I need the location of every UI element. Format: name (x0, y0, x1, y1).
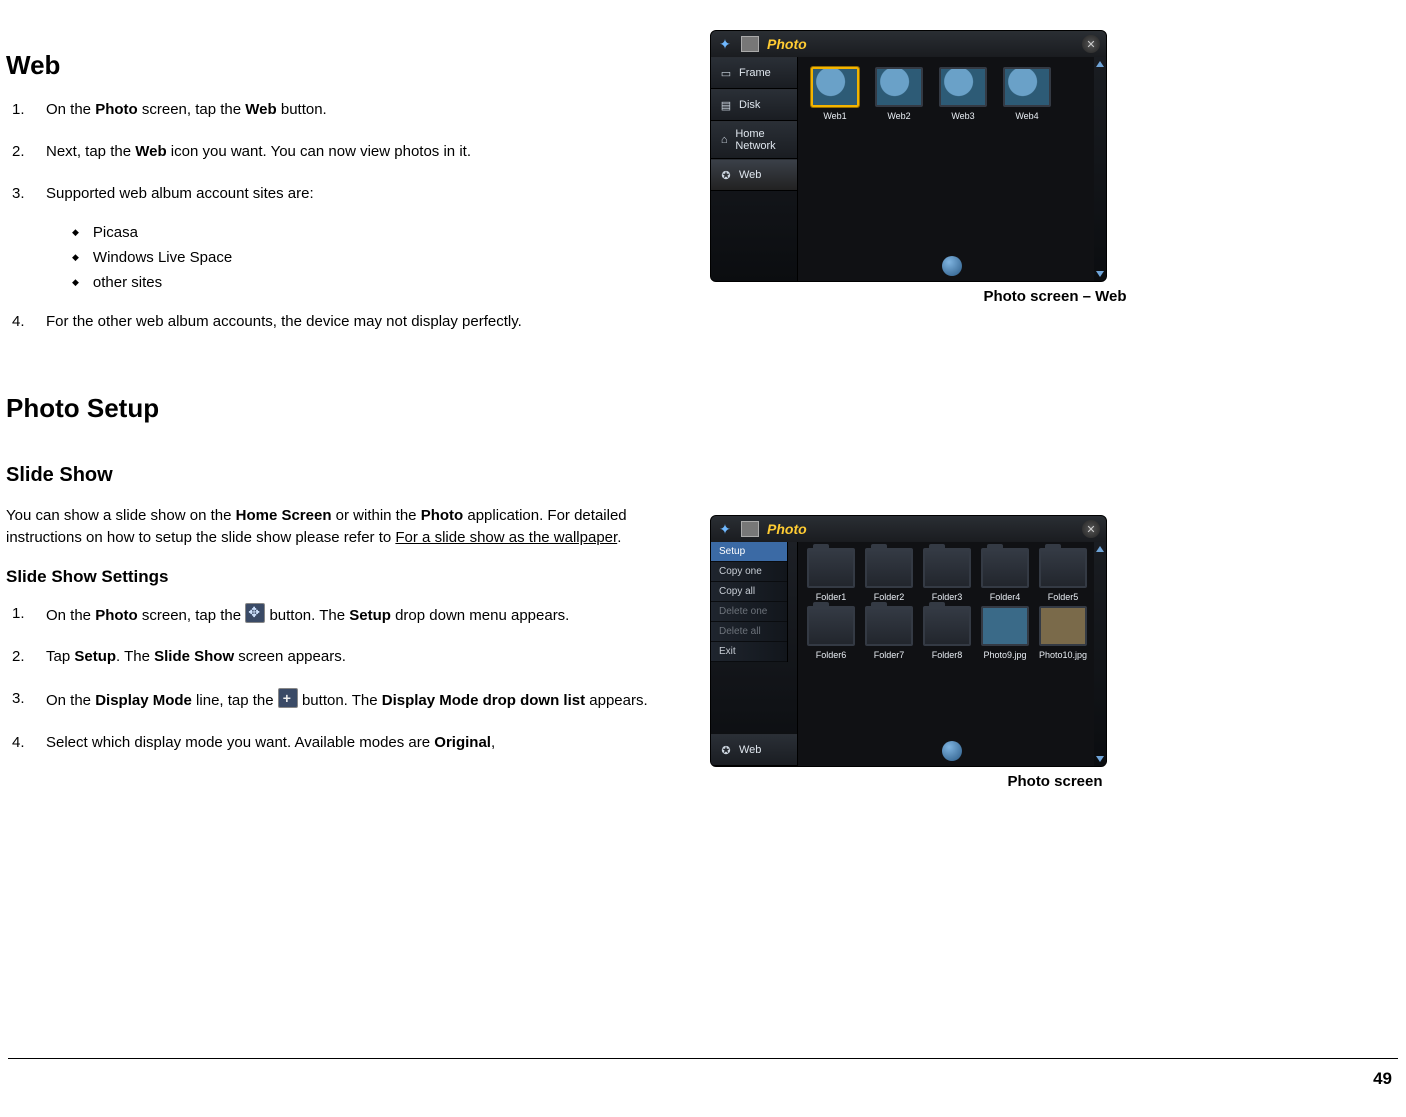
step-body: Next, tap the Web icon you want. You can… (46, 141, 700, 163)
page-footer: 49 (0, 1058, 1406, 1089)
list-item: Windows Live Space (72, 249, 700, 266)
step-number: 1. (12, 99, 46, 121)
menu-item-copy-one[interactable]: Copy one (711, 562, 787, 582)
step-number: 1. (12, 603, 46, 627)
menu-item-delete-all[interactable]: Delete all (711, 622, 787, 642)
setup-menu-icon (245, 603, 265, 623)
menu-item-setup[interactable]: Setup (711, 542, 787, 562)
slide-show-paragraph: You can show a slide show on the Home Sc… (6, 505, 700, 549)
menu-icon[interactable]: ✦ (717, 521, 733, 537)
disk-icon: ▤ (719, 99, 733, 112)
step-number: 3. (12, 688, 46, 712)
folder-thumb[interactable]: Folder1 (804, 548, 858, 602)
info-button[interactable] (942, 741, 962, 761)
link-wallpaper-ref[interactable]: For a slide show as the wallpaper (395, 529, 617, 546)
step-body: Tap Setup. The Slide Show screen appears… (46, 646, 700, 668)
menu-item-delete-one[interactable]: Delete one (711, 602, 787, 622)
photo-thumb[interactable]: Photo9.jpg (978, 606, 1032, 660)
heading-web: Web (6, 50, 700, 81)
folder-thumb[interactable]: Folder2 (862, 548, 916, 602)
photo-app-window: ✦ Photo ✕ Setup Copy one Copy all Delete… (710, 515, 1107, 767)
app-header: ✦ Photo ✕ (711, 31, 1106, 57)
menu-item-copy-all[interactable]: Copy all (711, 582, 787, 602)
setup-dropdown-menu: Setup Copy one Copy all Delete one Delet… (711, 542, 788, 662)
sidebar-item-frame[interactable]: ▭Frame (711, 57, 797, 89)
step-body: On the Display Mode line, tap the button… (46, 688, 700, 712)
figure-caption: Photo screen – Web (710, 288, 1400, 305)
app-sidebar: Setup Copy one Copy all Delete one Delet… (711, 542, 798, 766)
app-title: Photo (767, 36, 807, 52)
page-number: 49 (0, 1069, 1406, 1089)
step-body: For the other web album accounts, the de… (46, 311, 700, 333)
app-bottom-bar (798, 736, 1106, 766)
web-thumb[interactable]: Web2 (872, 67, 926, 121)
scrollbar[interactable] (1094, 542, 1106, 766)
settings-steps: 1. On the Photo screen, tap the button. … (6, 603, 700, 754)
scrollbar[interactable] (1094, 57, 1106, 281)
heading-photo-setup: Photo Setup (6, 393, 700, 424)
sidebar-item-web[interactable]: ✪Web (711, 734, 797, 766)
app-title: Photo (767, 521, 807, 537)
photo-app-window: ✦ Photo ✕ ▭Frame ▤Disk ⌂Home Network ✪We… (710, 30, 1107, 282)
step-body: Supported web album account sites are: (46, 183, 700, 205)
app-header: ✦ Photo ✕ (711, 516, 1106, 542)
right-column: ✦ Photo ✕ ▭Frame ▤Disk ⌂Home Network ✪We… (700, 30, 1400, 796)
step-body: On the Photo screen, tap the Web button. (46, 99, 700, 121)
globe-icon: ✪ (719, 169, 733, 182)
app-main: Web1 Web2 Web3 Web4 (798, 57, 1106, 281)
step-body: Select which display mode you want. Avai… (46, 732, 700, 754)
close-icon[interactable]: ✕ (1082, 520, 1100, 538)
step-body: On the Photo screen, tap the button. The… (46, 603, 700, 627)
photo-icon (741, 36, 759, 52)
photo-icon (741, 521, 759, 537)
list-item: Picasa (72, 224, 700, 241)
web-subsites: Picasa Windows Live Space other sites (6, 224, 700, 291)
globe-icon: ✪ (719, 744, 733, 757)
sidebar-item-disk[interactable]: ▤Disk (711, 89, 797, 121)
sidebar-item-home-network[interactable]: ⌂Home Network (711, 121, 797, 159)
thumbnails: Web1 Web2 Web3 Web4 (798, 57, 1106, 121)
close-icon[interactable]: ✕ (1082, 35, 1100, 53)
web-thumb[interactable]: Web4 (1000, 67, 1054, 121)
info-button[interactable] (942, 256, 962, 276)
photo-thumb[interactable]: Photo10.jpg (1036, 606, 1090, 660)
heading-slide-show: Slide Show (6, 464, 700, 487)
home-icon: ⌂ (719, 134, 729, 146)
web-steps: 1. On the Photo screen, tap the Web butt… (6, 99, 700, 204)
figure-photo-setup: ✦ Photo ✕ Setup Copy one Copy all Delete… (710, 515, 1400, 790)
web-steps-cont: 4. For the other web album accounts, the… (6, 311, 700, 333)
menu-item-exit[interactable]: Exit (711, 642, 787, 662)
app-main: Folder1 Folder2 Folder3 Folder4 Folder5 … (798, 542, 1106, 766)
web-thumb[interactable]: Web3 (936, 67, 990, 121)
folder-thumb[interactable]: Folder3 (920, 548, 974, 602)
folder-thumb[interactable]: Folder8 (920, 606, 974, 660)
figure-photo-web: ✦ Photo ✕ ▭Frame ▤Disk ⌂Home Network ✪We… (710, 30, 1400, 305)
folder-thumb[interactable]: Folder5 (1036, 548, 1090, 602)
folder-thumb[interactable]: Folder7 (862, 606, 916, 660)
thumbnails: Folder1 Folder2 Folder3 Folder4 Folder5 … (798, 542, 1106, 660)
footer-divider (8, 1058, 1398, 1059)
step-number: 3. (12, 183, 46, 205)
folder-thumb[interactable]: Folder6 (804, 606, 858, 660)
plus-icon (278, 688, 298, 708)
menu-icon[interactable]: ✦ (717, 36, 733, 52)
list-item: other sites (72, 274, 700, 291)
step-number: 2. (12, 646, 46, 668)
folder-thumb[interactable]: Folder4 (978, 548, 1032, 602)
heading-slide-show-settings: Slide Show Settings (6, 567, 700, 587)
step-number: 4. (12, 311, 46, 333)
app-bottom-bar (798, 251, 1106, 281)
figure-caption: Photo screen (710, 773, 1400, 790)
sidebar-item-web[interactable]: ✪Web (711, 159, 797, 191)
step-number: 4. (12, 732, 46, 754)
app-sidebar: ▭Frame ▤Disk ⌂Home Network ✪Web (711, 57, 798, 281)
web-thumb[interactable]: Web1 (808, 67, 862, 121)
left-column: Web 1. On the Photo screen, tap the Web … (0, 30, 700, 796)
frame-icon: ▭ (719, 67, 733, 80)
step-number: 2. (12, 141, 46, 163)
